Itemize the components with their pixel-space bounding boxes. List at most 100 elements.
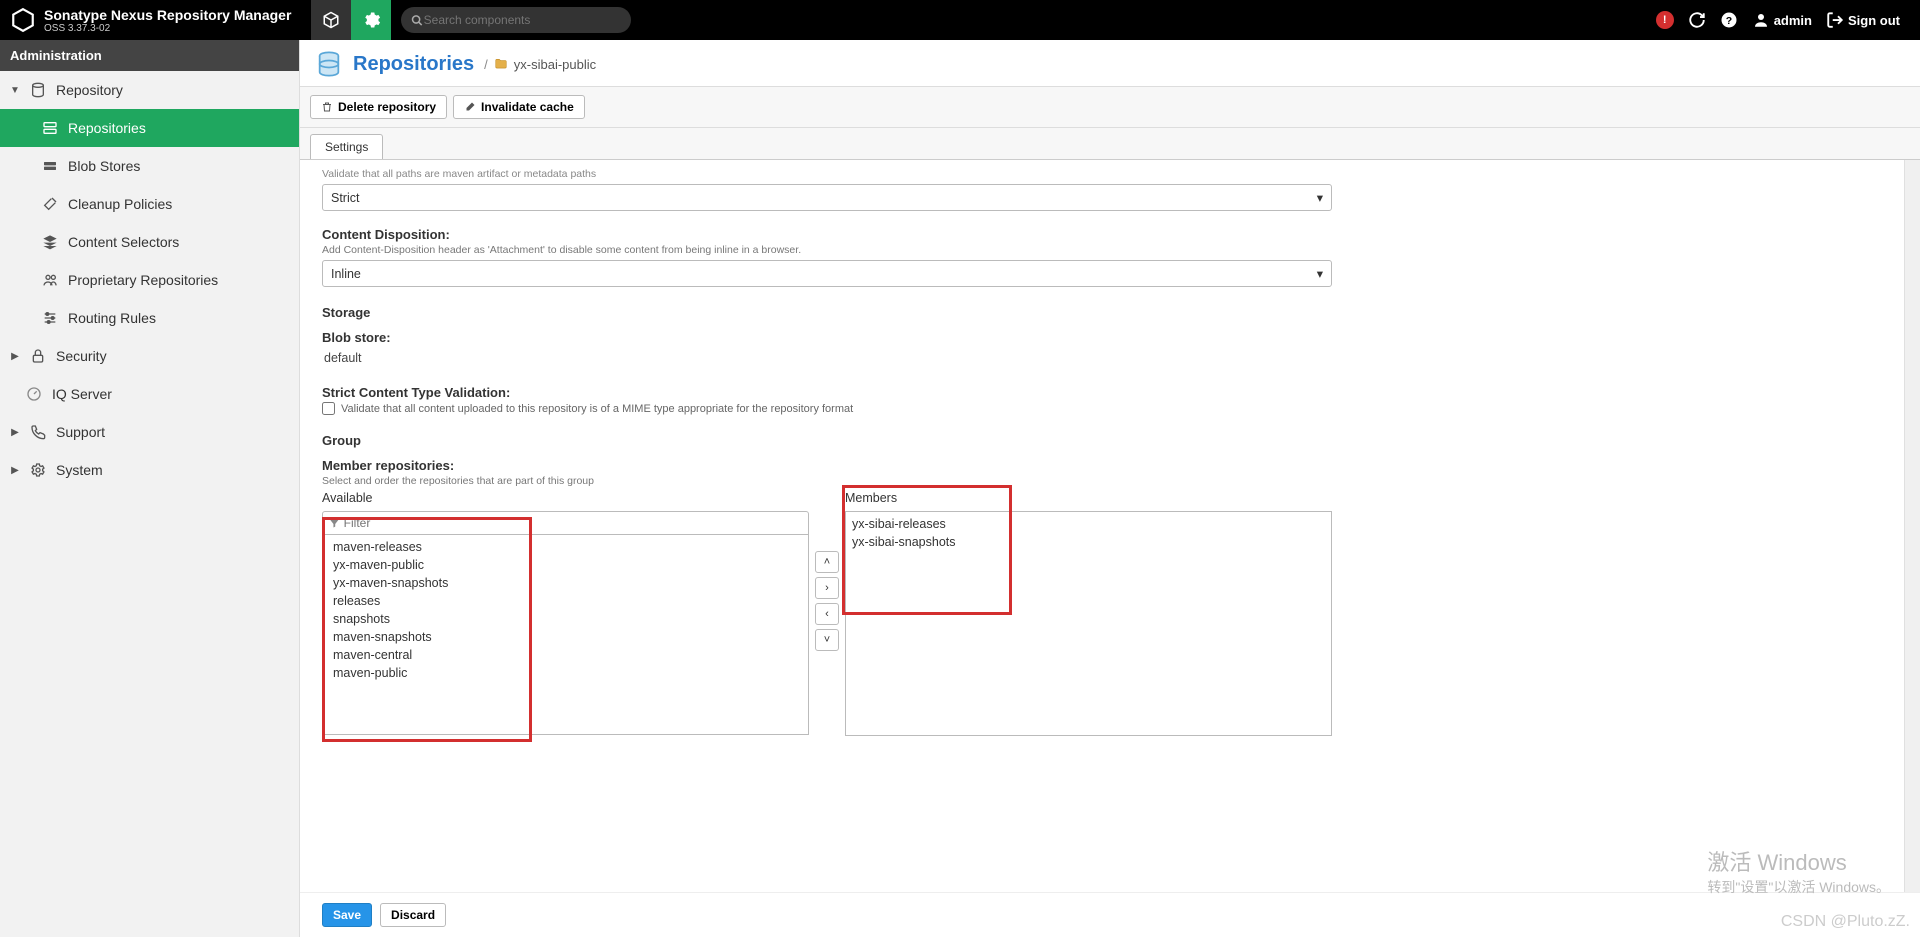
user-label: admin [1774, 13, 1812, 28]
phone-icon [30, 424, 46, 440]
svg-text:?: ? [1725, 15, 1731, 27]
move-up-button[interactable]: ˄ [815, 551, 839, 573]
hdd-icon [42, 158, 58, 174]
remove-button[interactable]: ‹ [815, 603, 839, 625]
signout-button[interactable]: Sign out [1826, 11, 1900, 29]
scrollbar[interactable] [1904, 160, 1920, 892]
list-item[interactable]: yx-sibai-snapshots [852, 533, 1325, 551]
main-content: Repositories / yx-sibai-public Delete re… [300, 40, 1920, 937]
members-title: Members [845, 491, 1332, 505]
list-item[interactable]: yx-maven-public [323, 556, 808, 574]
layers-icon [42, 234, 58, 250]
alert-icon[interactable]: ! [1656, 11, 1674, 29]
lock-icon [30, 348, 46, 364]
database-icon [315, 50, 343, 78]
layout-policy-select[interactable]: Strict ▾ [322, 184, 1332, 211]
product-name: Sonatype Nexus Repository Manager [44, 7, 291, 23]
search-input[interactable] [424, 13, 622, 27]
member-transfer: Available maven-releasesyx-maven-publicy… [322, 491, 1332, 736]
truncated-hint: Validate that all paths are maven artifa… [322, 168, 1898, 180]
available-title: Available [322, 491, 809, 505]
eraser-icon [464, 101, 476, 113]
refresh-button[interactable] [1688, 11, 1706, 29]
list-item[interactable]: releases [323, 592, 808, 610]
sidebar-item-support[interactable]: ▶ Support [0, 413, 299, 451]
sidebar-item-system[interactable]: ▶ System [0, 451, 299, 489]
filter-icon [329, 518, 340, 529]
chevron-right-icon: ▶ [10, 351, 20, 362]
sidebar-item-repositories[interactable]: Repositories [0, 109, 299, 147]
discard-button[interactable]: Discard [380, 903, 446, 927]
sidebar-item-routing[interactable]: Routing Rules [0, 299, 299, 337]
blobstore-label: Blob store: [322, 330, 1332, 345]
search-icon [411, 14, 423, 27]
sidebar-section-header: Administration [0, 40, 299, 71]
page-header: Repositories / yx-sibai-public [300, 40, 1920, 87]
browse-mode-button[interactable] [311, 0, 351, 40]
list-item[interactable]: maven-public [323, 664, 808, 682]
delete-repository-button[interactable]: Delete repository [310, 95, 447, 119]
available-column: Available maven-releasesyx-maven-publicy… [322, 491, 809, 735]
gear-icon [30, 462, 46, 478]
filter-input[interactable] [344, 516, 802, 530]
product-version: OSS 3.37.3-02 [44, 23, 291, 34]
content-disposition-hint: Add Content-Disposition header as 'Attac… [322, 244, 1332, 256]
available-filter[interactable] [322, 511, 809, 535]
list-item[interactable]: snapshots [323, 610, 808, 628]
sidebar-item-contentselectors[interactable]: Content Selectors [0, 223, 299, 261]
chevron-right-icon: ▶ [10, 427, 20, 438]
transfer-buttons: ˄ › ‹ ˅ [815, 551, 839, 651]
list-item[interactable]: maven-snapshots [323, 628, 808, 646]
save-button[interactable]: Save [322, 903, 372, 927]
breadcrumb: / yx-sibai-public [484, 57, 596, 72]
list-item[interactable]: maven-releases [323, 538, 808, 556]
sliders-icon [42, 310, 58, 326]
chevron-down-icon: ▼ [10, 85, 20, 96]
sidebar-item-blobstores[interactable]: Blob Stores [0, 147, 299, 185]
folder-icon [494, 57, 508, 71]
available-list[interactable]: maven-releasesyx-maven-publicyx-maven-sn… [322, 535, 809, 735]
move-down-button[interactable]: ˅ [815, 629, 839, 651]
content-disposition-select[interactable]: Inline ▾ [322, 260, 1332, 287]
add-button[interactable]: › [815, 577, 839, 599]
list-item[interactable]: maven-central [323, 646, 808, 664]
sidebar-item-repository[interactable]: ▼ Repository [0, 71, 299, 109]
list-item[interactable]: yx-maven-snapshots [323, 574, 808, 592]
toolbar: Delete repository Invalidate cache [300, 87, 1920, 128]
storage-section-title: Storage [322, 305, 1898, 320]
broom-icon [42, 196, 58, 212]
sidebar-item-cleanup[interactable]: Cleanup Policies [0, 185, 299, 223]
nexus-logo-icon [10, 7, 36, 33]
members-hint: Select and order the repositories that a… [322, 475, 1332, 487]
dashboard-icon [26, 386, 42, 402]
content-disposition-label: Content Disposition: [322, 227, 1332, 242]
strict-ctv-text: Validate that all content uploaded to th… [341, 403, 853, 415]
admin-mode-button[interactable] [351, 0, 391, 40]
sidebar-item-proprietary[interactable]: Proprietary Repositories [0, 261, 299, 299]
tab-settings[interactable]: Settings [310, 134, 383, 159]
help-button[interactable]: ? [1720, 11, 1738, 29]
group-section-title: Group [322, 433, 1898, 448]
tabs: Settings [300, 128, 1920, 160]
invalidate-cache-button[interactable]: Invalidate cache [453, 95, 585, 119]
members-list[interactable]: yx-sibai-releasesyx-sibai-snapshots [845, 511, 1332, 736]
chevron-down-icon: ▾ [1317, 266, 1323, 281]
people-icon [42, 272, 58, 288]
strict-ctv-checkbox[interactable] [322, 402, 335, 415]
breadcrumb-item[interactable]: yx-sibai-public [514, 57, 596, 72]
sidebar-item-security[interactable]: ▶ Security [0, 337, 299, 375]
page-title: Repositories [353, 53, 474, 76]
form-area[interactable]: Validate that all paths are maven artifa… [300, 160, 1920, 892]
signout-label: Sign out [1848, 13, 1900, 28]
sidebar-item-iq[interactable]: IQ Server [0, 375, 299, 413]
user-menu[interactable]: admin [1752, 11, 1812, 29]
sidebar: Administration ▼ Repository Repositories… [0, 40, 300, 937]
server-icon [42, 120, 58, 136]
members-column: Members yx-sibai-releasesyx-sibai-snapsh… [845, 491, 1332, 736]
form-actions: Save Discard [300, 892, 1920, 937]
brand: Sonatype Nexus Repository Manager OSS 3.… [10, 7, 291, 34]
app-header: Sonatype Nexus Repository Manager OSS 3.… [0, 0, 1920, 40]
list-item[interactable]: yx-sibai-releases [852, 515, 1325, 533]
search-box[interactable] [401, 7, 631, 33]
database-icon [30, 82, 46, 98]
